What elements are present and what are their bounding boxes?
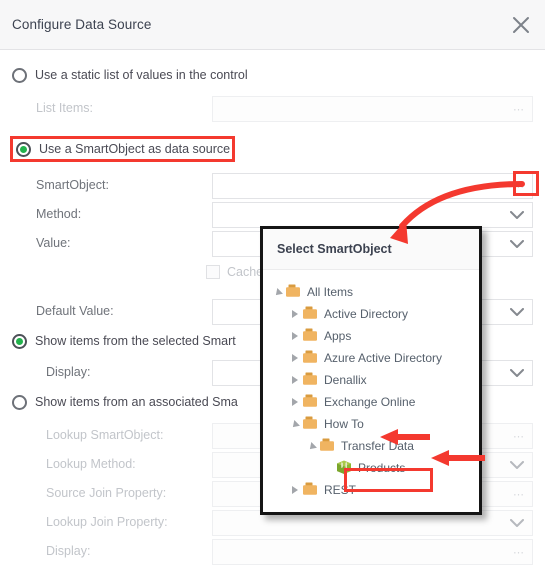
chevron-down-icon[interactable] [505,232,529,256]
source-join-property-ellipsis-icon[interactable]: ⋯ [506,482,532,506]
folder-icon [319,438,335,454]
chevron-down-icon[interactable] [505,511,529,535]
tree-node[interactable]: Products [263,457,479,479]
tree-node-label: Denallix [324,373,367,387]
field-lookup-join-property-label: Lookup Join Property: [46,515,168,529]
field-smartobject: SmartObject: ⋯ [36,173,533,199]
radio-show-associated[interactable]: Show items from an associated Sma [12,392,238,412]
radio-smartobject-source[interactable]: Use a SmartObject as data source [16,139,230,159]
tree-node-label: How To [324,417,364,431]
tree-node-label: REST [324,483,357,497]
tree-node[interactable]: REST [263,479,479,501]
smartobject-tree[interactable]: All Items Active Directory Apps Azure Activ… [263,271,479,512]
tree-node-label: Apps [324,329,352,343]
tree-node[interactable]: Denallix [263,369,479,391]
folder-icon [302,394,318,410]
field-value-label: Value: [36,236,71,250]
display-2-input[interactable]: ⋯ [212,539,533,565]
method-dropdown[interactable] [212,202,533,228]
chevron-down-icon[interactable] [288,413,302,435]
field-method-label: Method: [36,207,82,221]
tree-node[interactable]: Azure Active Directory [263,347,479,369]
radio-show-selected-label: Show items from the selected Smart [35,334,236,348]
field-display-2: Display: ⋯ [46,539,533,565]
field-default-value-label: Default Value: [36,304,114,318]
select-smartobject-popup: Select SmartObject All Items Active Direc… [260,226,482,515]
chevron-right-icon[interactable] [288,325,302,347]
popup-header: Select SmartObject [263,229,479,270]
field-smartobject-label: SmartObject: [36,178,109,192]
folder-icon [302,350,318,366]
chevron-down-icon[interactable] [505,300,529,324]
smartobject-cube-icon [336,460,352,476]
chevron-down-icon[interactable] [505,453,529,477]
list-items-ellipsis-icon[interactable]: ⋯ [506,97,532,121]
chevron-down-icon[interactable] [505,361,529,385]
lookup-smartobject-ellipsis-icon[interactable]: ⋯ [506,424,532,448]
tree-node-label: Transfer Data [341,439,414,453]
folder-icon [302,416,318,432]
page-title: Configure Data Source [12,17,152,32]
smartobject-ellipsis-icon[interactable]: ⋯ [506,174,532,198]
field-list-items: List Items: ⋯ [36,96,533,122]
chevron-right-icon[interactable] [288,303,302,325]
chevron-down-icon[interactable] [505,203,529,227]
field-display-2-label: Display: [46,544,91,558]
radio-static-list[interactable]: Use a static list of values in the contr… [12,65,248,85]
chevron-down-icon[interactable] [271,281,285,303]
tree-node[interactable]: Exchange Online [263,391,479,413]
tree-node[interactable]: How To [263,413,479,435]
field-source-join-property-label: Source Join Property: [46,486,167,500]
close-icon[interactable] [507,11,535,39]
radio-smartobject-source-indicator [16,141,31,157]
field-lookup-smartobject-label: Lookup SmartObject: [46,428,164,442]
tree-node-label: Products [358,461,406,475]
tree-node-label: Active Directory [324,307,409,321]
field-method: Method: [36,202,533,228]
folder-icon [302,306,318,322]
chevron-down-icon[interactable] [305,435,319,457]
radio-show-associated-label: Show items from an associated Sma [35,395,238,409]
radio-smartobject-source-label: Use a SmartObject as data source [39,142,231,156]
popup-title: Select SmartObject [277,242,392,256]
tree-node[interactable]: Transfer Data [263,435,479,457]
tree-node[interactable]: Apps [263,325,479,347]
smartobject-input[interactable]: ⋯ [212,173,533,199]
radio-static-list-indicator [12,67,27,83]
radio-show-selected[interactable]: Show items from the selected Smart [12,331,236,351]
folder-icon [302,372,318,388]
field-display-1-label: Display: [46,365,91,379]
chevron-right-icon[interactable] [288,347,302,369]
tree-node[interactable]: Active Directory [263,303,479,325]
tree-node-label: Azure Active Directory [324,351,443,365]
field-lookup-method-label: Lookup Method: [46,457,136,471]
folder-icon [302,482,318,498]
tree-node-label: Exchange Online [324,395,416,409]
display-2-ellipsis-icon[interactable]: ⋯ [506,540,532,564]
chevron-right-icon[interactable] [288,369,302,391]
list-items-input[interactable]: ⋯ [212,96,533,122]
radio-show-selected-indicator [12,333,27,349]
tree-node[interactable]: All Items [263,281,479,303]
dialog-header: Configure Data Source [0,0,545,50]
checkbox-cache-indicator [206,265,220,279]
folder-icon [285,284,301,300]
folder-icon [302,328,318,344]
chevron-right-icon[interactable] [288,391,302,413]
chevron-right-icon[interactable] [288,479,302,501]
radio-static-list-label: Use a static list of values in the contr… [35,68,248,82]
radio-show-associated-indicator [12,394,27,410]
field-list-items-label: List Items: [36,101,93,115]
tree-node-label: All Items [307,285,354,299]
